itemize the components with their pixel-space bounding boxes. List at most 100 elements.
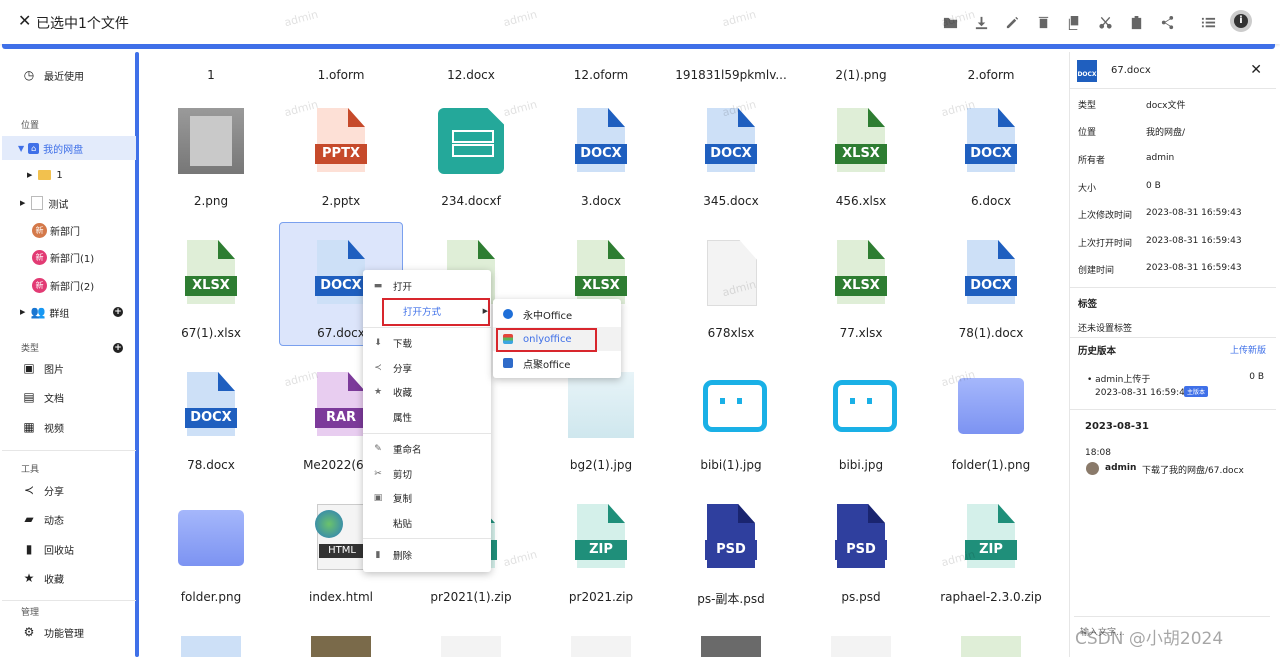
file-item[interactable]: 678xlsx [669, 326, 793, 340]
sidebar-item-favorites[interactable]: ★ 收藏 [2, 566, 156, 590]
menu-item-copy[interactable]: ▣ 复制 [363, 487, 491, 509]
file-item[interactable]: 191831l59pkmlv... [669, 68, 793, 82]
file-item[interactable]: 2.pptx [279, 194, 403, 208]
menu-item-rename[interactable]: ✎ 重命名 [363, 438, 491, 460]
file-item[interactable]: bg2(1).jpg [539, 458, 663, 472]
file-icon[interactable]: XLSX [831, 240, 891, 306]
file-icon[interactable] [181, 636, 241, 657]
file-icon[interactable] [701, 636, 761, 657]
file-icon[interactable] [178, 504, 244, 570]
sidebar-item-recycle[interactable]: ▮ 回收站 [2, 537, 156, 561]
file-icon[interactable]: DOCX [961, 240, 1021, 306]
file-icon[interactable]: PSD [831, 504, 891, 570]
file-icon[interactable] [831, 372, 897, 438]
file-item[interactable]: 12.oform [539, 68, 663, 82]
share-icon[interactable] [1152, 10, 1183, 34]
file-icon[interactable] [961, 636, 1021, 657]
menu-item-favorite[interactable]: ★ 收藏 [363, 381, 491, 403]
file-icon[interactable]: PSD [701, 504, 761, 570]
sidebar-item-my-drive[interactable]: ▼ ⌂ 我的网盘 [2, 136, 136, 160]
file-item[interactable]: bibi(1).jpg [669, 458, 793, 472]
folder-move-icon[interactable] [935, 10, 966, 34]
list-view-icon[interactable] [1193, 10, 1224, 34]
file-item[interactable]: ps-副本.psd [669, 590, 793, 607]
file-icon[interactable] [958, 372, 1024, 438]
file-icon[interactable]: HTML [311, 504, 371, 570]
file-icon[interactable]: XLSX [181, 240, 241, 306]
file-item[interactable]: pr2021.zip [539, 590, 663, 604]
close-icon[interactable]: ✕ [18, 12, 31, 30]
cut-icon[interactable] [1090, 10, 1121, 34]
file-item[interactable]: raphael-2.3.0.zip [929, 590, 1053, 604]
file-item[interactable]: 2(1).png [799, 68, 923, 82]
file-icon[interactable]: ZIP [571, 504, 631, 570]
sidebar-item-func-admin[interactable]: ⚙ 功能管理 [2, 620, 156, 644]
file-icon[interactable]: DOCX [571, 108, 631, 174]
sidebar-item-video[interactable]: ▦ 视频 [2, 415, 156, 439]
file-icon[interactable]: RAR [311, 372, 371, 438]
file-item[interactable]: ps.psd [799, 590, 923, 604]
menu-item-cut[interactable]: ✂ 剪切 [363, 463, 491, 485]
close-panel-icon[interactable]: ✕ [1250, 62, 1262, 78]
menu-item-properties[interactable]: 属性 [363, 406, 491, 428]
file-item[interactable]: 2.oform [929, 68, 1053, 82]
sidebar-item-recent[interactable]: ◷ 最近使用 [2, 63, 156, 87]
file-item[interactable]: 456.xlsx [799, 194, 923, 208]
delete-icon[interactable] [1028, 10, 1059, 34]
submenu-item-onlyoffice[interactable]: onlyoffice [493, 327, 621, 351]
file-item[interactable]: 78(1).docx [929, 326, 1053, 340]
sidebar-item-docs[interactable]: ▤ 文档 [2, 385, 156, 409]
file-item[interactable]: 1.oform [279, 68, 403, 82]
file-icon[interactable]: XLSX [571, 240, 631, 306]
file-item[interactable]: index.html [279, 590, 403, 604]
sidebar-item-images[interactable]: ▣ 图片 [2, 356, 156, 380]
submenu-item-yongzhong[interactable]: 永中Office [493, 302, 621, 326]
file-item[interactable]: 77.xlsx [799, 326, 923, 340]
file-item[interactable]: 345.docx [669, 194, 793, 208]
file-icon[interactable] [178, 108, 244, 174]
edit-icon[interactable] [997, 10, 1028, 34]
file-icon[interactable] [701, 372, 767, 438]
file-item[interactable]: folder(1).png [929, 458, 1053, 472]
download-icon[interactable] [966, 10, 997, 34]
file-icon[interactable] [701, 240, 761, 306]
menu-item-open[interactable]: ▬ 打开 [363, 275, 491, 297]
info-icon[interactable]: i [1230, 10, 1252, 32]
submenu-item-dianju[interactable]: 点聚office [493, 351, 621, 375]
menu-item-paste[interactable]: 粘贴 [363, 512, 491, 534]
file-item[interactable]: 1 [149, 68, 273, 82]
file-item[interactable]: 12.docx [409, 68, 533, 82]
file-icon[interactable]: DOCX [181, 372, 241, 438]
file-item[interactable]: 234.docxf [409, 194, 533, 208]
file-icon[interactable] [311, 636, 371, 657]
upload-new-version-link[interactable]: 上传新版 [1230, 343, 1266, 356]
file-item[interactable]: folder.png [149, 590, 273, 604]
file-icon[interactable]: PPTX [311, 108, 371, 174]
menu-item-download[interactable]: ⬇ 下载 [363, 332, 491, 354]
file-item[interactable]: 2.png [149, 194, 273, 208]
menu-item-delete[interactable]: ▮ 删除 [363, 544, 491, 566]
file-icon[interactable]: ZIP [961, 504, 1021, 570]
add-group-icon[interactable]: + [113, 307, 123, 317]
file-icon[interactable]: DOCX [311, 240, 371, 306]
file-icon[interactable]: DOCX [701, 108, 761, 174]
menu-item-share[interactable]: ≺ 分享 [363, 357, 491, 379]
file-item[interactable]: bibi.jpg [799, 458, 923, 472]
copy-icon[interactable] [1059, 10, 1090, 34]
file-icon[interactable] [438, 108, 504, 174]
sidebar-item-test[interactable]: ▶ 测试 [2, 191, 136, 215]
file-item[interactable]: pr2021(1).zip [409, 590, 533, 604]
file-item[interactable]: 6.docx [929, 194, 1053, 208]
clipboard-icon[interactable] [1121, 10, 1152, 34]
file-icon[interactable]: DOCX [961, 108, 1021, 174]
file-item[interactable]: 3.docx [539, 194, 663, 208]
sidebar-item-group[interactable]: ▶ 👥 群组 + [2, 300, 136, 324]
file-icon[interactable] [441, 636, 501, 657]
sidebar-item-share[interactable]: ≺ 分享 [2, 478, 156, 502]
file-item[interactable]: 78.docx [149, 458, 273, 472]
menu-item-open-with[interactable]: 打开方式 ▶ [363, 300, 491, 322]
file-item[interactable]: 67(1).xlsx [149, 326, 273, 340]
add-type-icon[interactable]: + [113, 343, 123, 353]
file-icon[interactable]: XLSX [831, 108, 891, 174]
sidebar-item-folder-1[interactable]: ▶ 1 [2, 163, 136, 187]
